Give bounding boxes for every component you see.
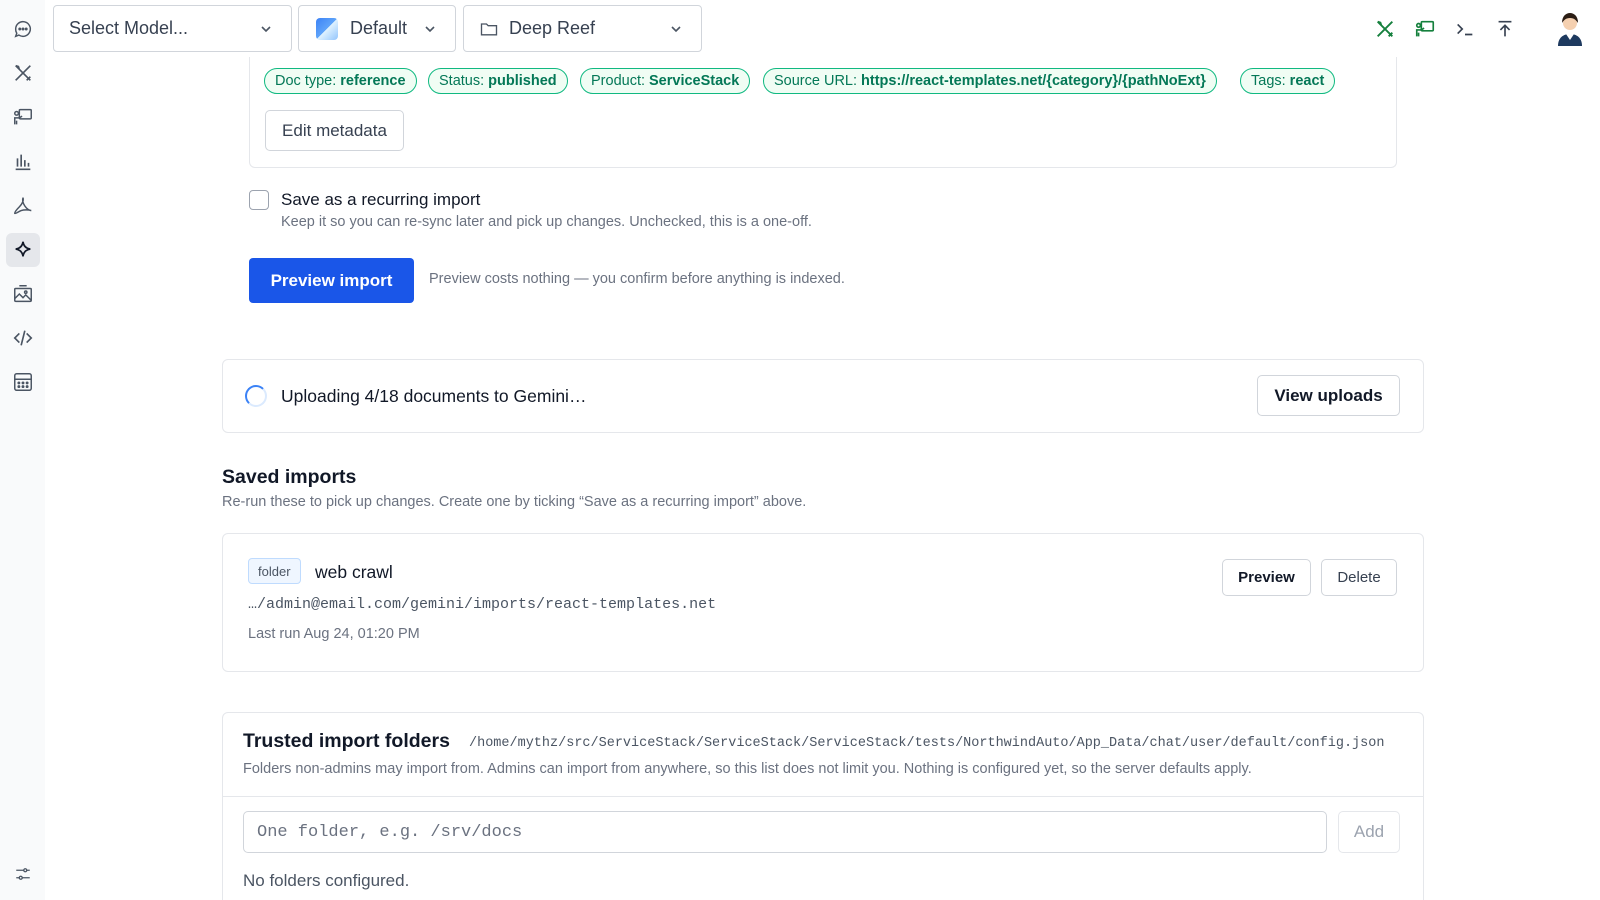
- folder-icon: [480, 22, 498, 35]
- calculator-icon[interactable]: [6, 365, 40, 399]
- analytics-icon[interactable]: [6, 145, 40, 179]
- upload-status-text: Uploading 4/18 documents to Gemini…: [281, 386, 587, 406]
- terminal-icon[interactable]: [1450, 14, 1480, 44]
- chip-key: Product:: [591, 73, 645, 89]
- metadata-chip-product: Product: ServiceStack: [580, 68, 751, 94]
- chip-value: react: [1289, 73, 1325, 89]
- metadata-chip-source-url: Source URL: https://react-templates.net/{…: [763, 68, 1217, 94]
- metadata-chip-tags: Tags: react: [1240, 68, 1336, 94]
- recurring-import-label: Save as a recurring import: [281, 190, 481, 209]
- saved-imports-title: Saved imports: [222, 466, 357, 488]
- chip-value: https://react-templates.net/{category}/{…: [861, 73, 1206, 89]
- chevron-down-icon: [425, 25, 435, 32]
- chip-key: Status:: [439, 73, 485, 89]
- avatar[interactable]: [1554, 10, 1586, 46]
- recurring-import-help: Keep it so you can re-sync later and pic…: [281, 214, 812, 230]
- tools-icon[interactable]: [6, 56, 40, 90]
- recurring-import-checkbox[interactable]: [249, 190, 269, 210]
- profile-select[interactable]: Default: [298, 5, 456, 52]
- loading-spinner-icon: [245, 385, 267, 407]
- pdf-icon[interactable]: [6, 189, 40, 223]
- preview-import-button[interactable]: Preview import: [249, 258, 414, 303]
- top-toolbar: Select Model... Default Deep Reef: [45, 0, 1600, 57]
- view-uploads-button[interactable]: View uploads: [1257, 375, 1400, 416]
- chip-key: Doc type:: [275, 73, 337, 89]
- sparkle-icon[interactable]: [6, 233, 40, 267]
- chip-key: Source URL:: [774, 73, 858, 89]
- config-path: /home/mythz/src/ServiceStack/ServiceStac…: [469, 736, 1385, 751]
- import-last-run: Last run Aug 24, 01:20 PM: [248, 626, 420, 642]
- folder-select-label: Deep Reef: [509, 18, 596, 38]
- delete-button[interactable]: Delete: [1321, 559, 1397, 596]
- chip-value: ServiceStack: [649, 73, 740, 89]
- chip-key: Tags:: [1251, 73, 1286, 89]
- chevron-down-icon: [671, 25, 681, 32]
- preview-note: Preview costs nothing — you confirm befo…: [429, 271, 845, 287]
- saved-imports-subtitle: Re-run these to pick up changes. Create …: [222, 494, 807, 510]
- model-select[interactable]: Select Model...: [53, 5, 292, 52]
- import-name: web crawl: [315, 562, 393, 582]
- presentation-icon[interactable]: [1410, 14, 1440, 44]
- no-folders-text: No folders configured.: [243, 871, 410, 890]
- settings-sliders-icon[interactable]: [6, 860, 40, 888]
- metadata-chip-status: Status: published: [428, 68, 568, 94]
- folder-path-input[interactable]: [243, 811, 1327, 853]
- upload-icon[interactable]: [1490, 14, 1520, 44]
- chevron-down-icon: [261, 25, 271, 32]
- finder-icon: [316, 17, 338, 40]
- image-gallery-icon[interactable]: [6, 277, 40, 311]
- divider: [223, 796, 1423, 797]
- preview-button[interactable]: Preview: [1222, 559, 1311, 596]
- sidebar: [0, 0, 45, 900]
- code-icon[interactable]: [6, 321, 40, 355]
- chip-value: reference: [340, 73, 406, 89]
- chat-icon[interactable]: [6, 12, 40, 46]
- model-select-label: Select Model...: [69, 18, 189, 38]
- import-type-badge: folder: [248, 558, 301, 584]
- edit-metadata-button[interactable]: Edit metadata: [265, 110, 404, 151]
- chip-value: published: [488, 73, 557, 89]
- add-folder-button[interactable]: Add: [1338, 811, 1400, 853]
- folder-select[interactable]: Deep Reef: [463, 5, 702, 52]
- metadata-chip-doc-type: Doc type: reference: [264, 68, 417, 94]
- trusted-folders-title: Trusted import folders: [243, 730, 450, 752]
- presentation-icon[interactable]: [6, 100, 40, 134]
- trusted-folders-description: Folders non-admins may import from. Admi…: [243, 761, 1252, 777]
- profile-select-label: Default: [350, 18, 408, 38]
- tools-icon[interactable]: [1370, 14, 1400, 44]
- import-path: …/admin@email.com/gemini/imports/react-t…: [248, 596, 717, 613]
